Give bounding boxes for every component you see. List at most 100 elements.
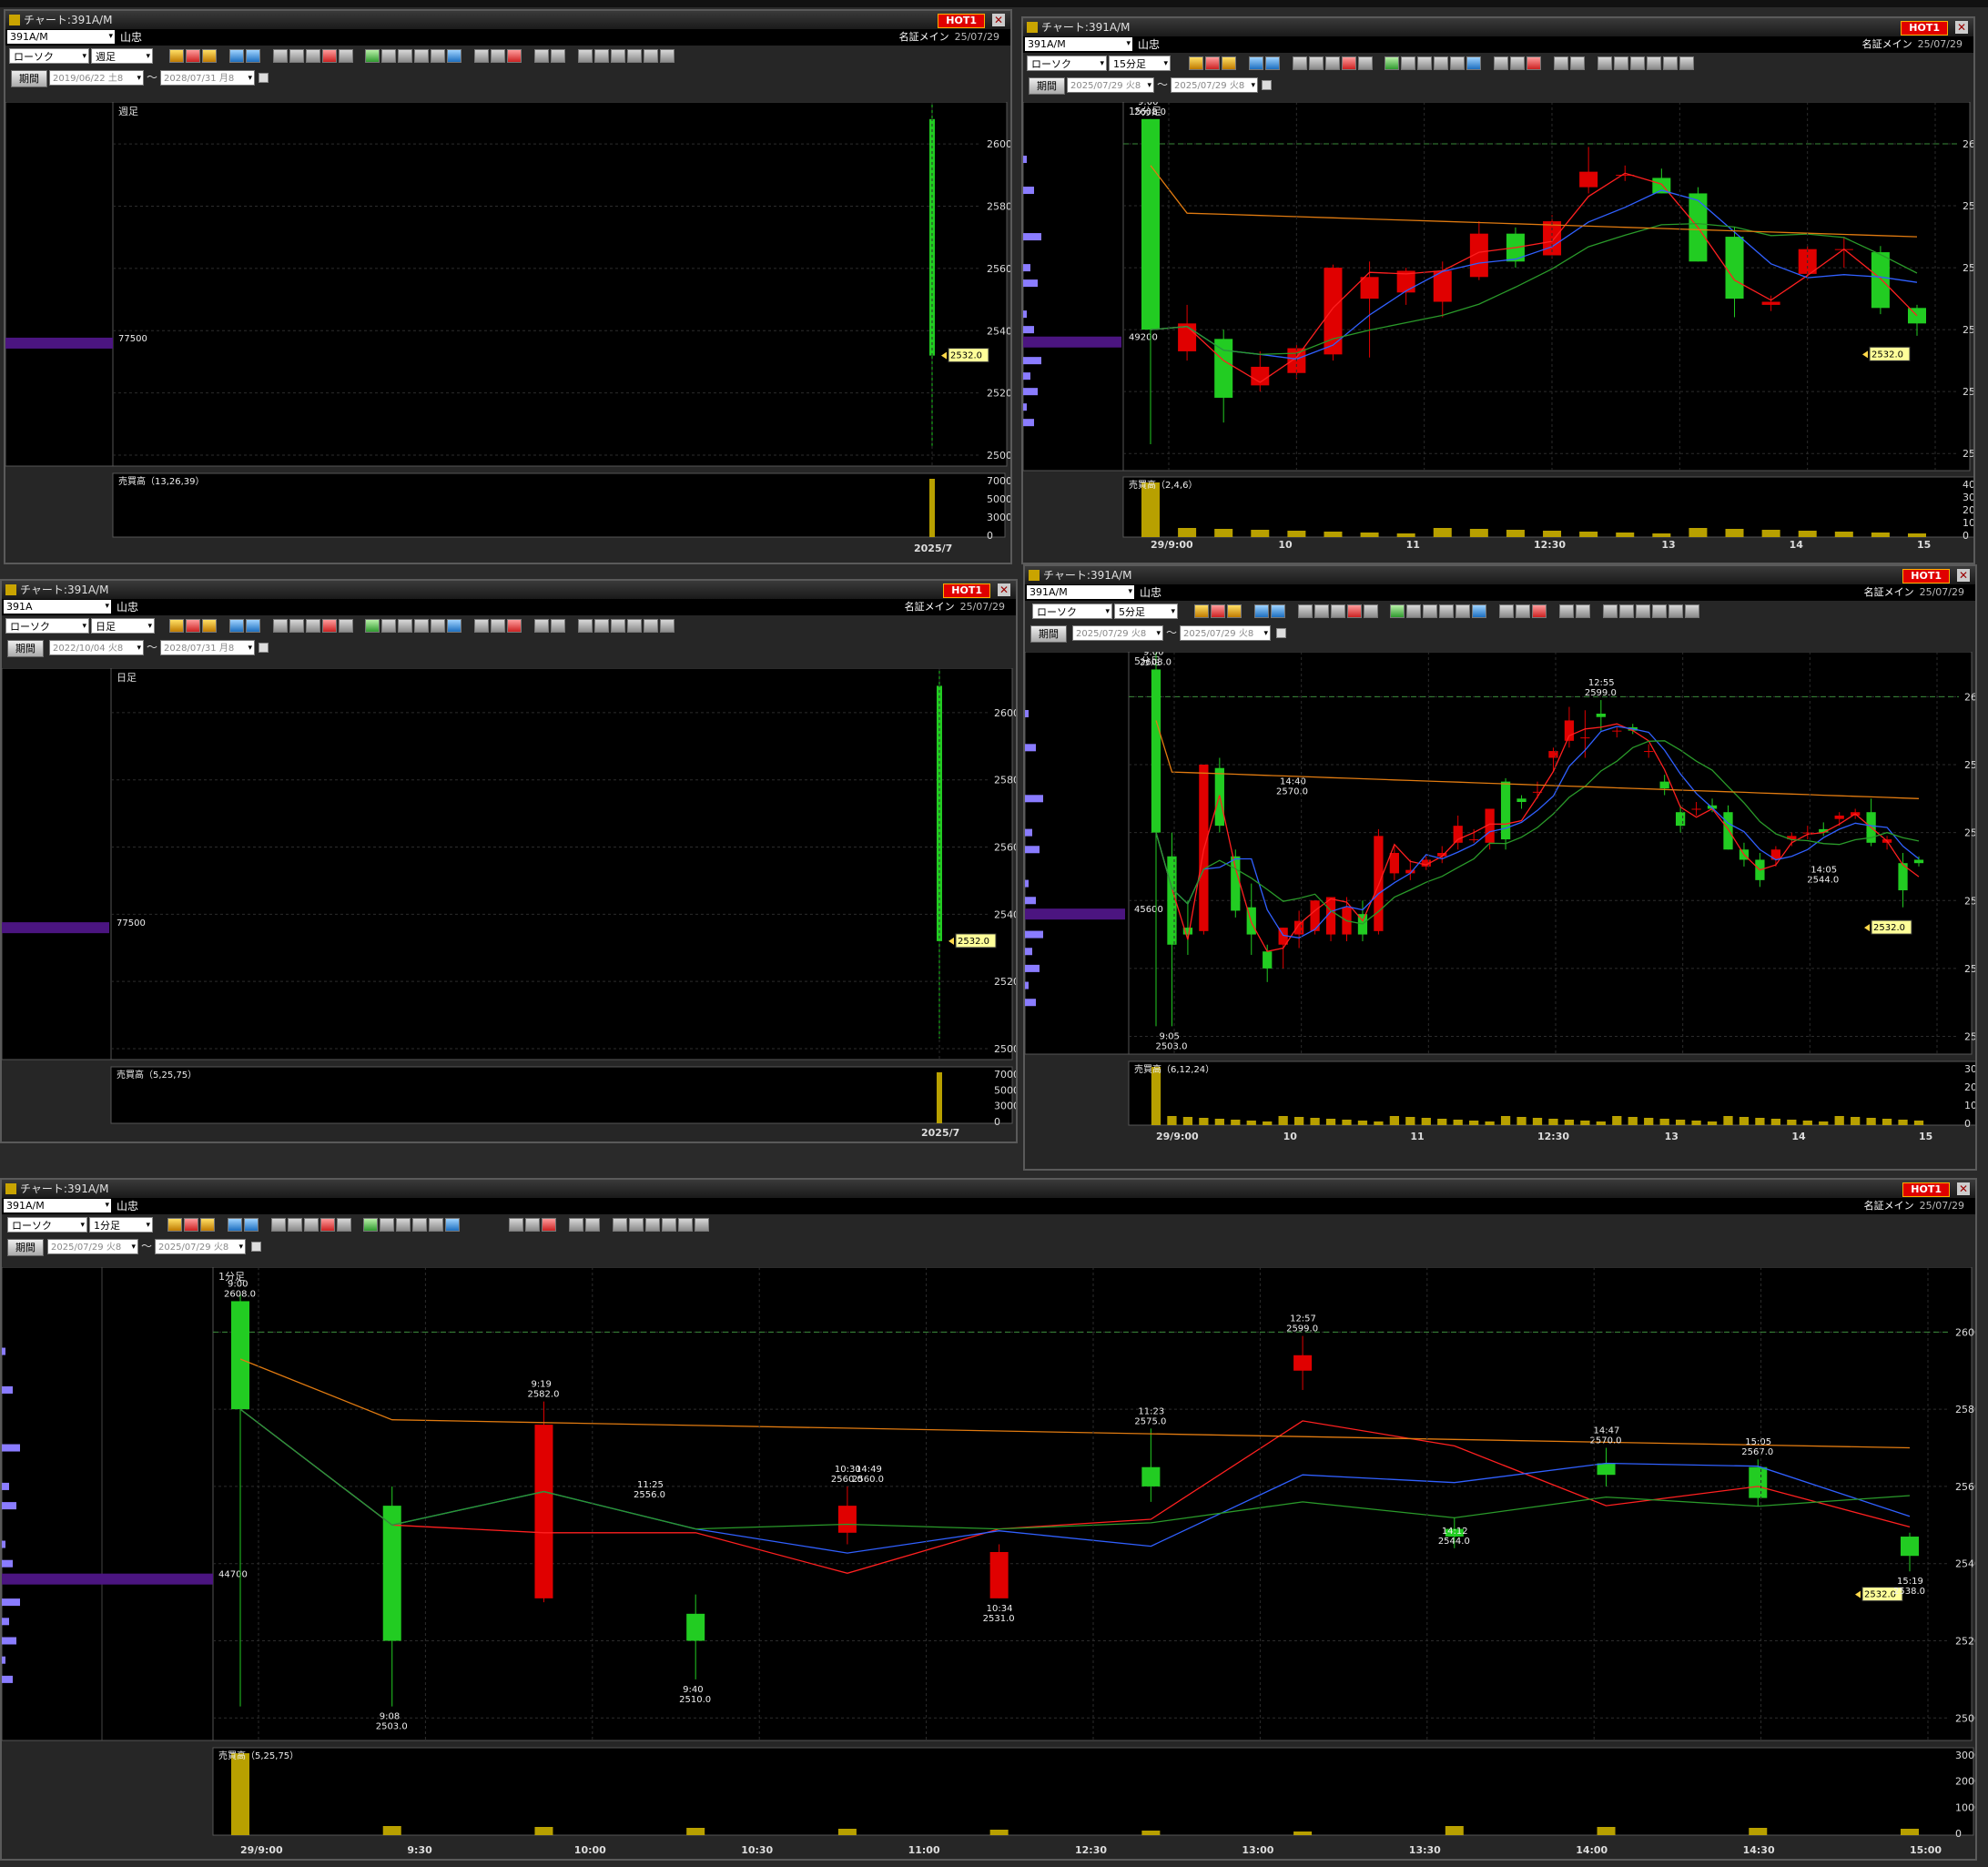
toolbar-button[interactable] — [577, 619, 593, 633]
toolbar-button[interactable] — [1559, 604, 1575, 618]
toolbar[interactable] — [1194, 604, 1701, 619]
toolbar-button[interactable] — [1222, 56, 1236, 70]
toolbar-button[interactable] — [569, 1218, 584, 1232]
toolbar-button[interactable] — [593, 49, 609, 63]
date-to[interactable]: 2025/07/29 火8 — [1180, 625, 1271, 642]
toolbar[interactable] — [167, 1218, 711, 1233]
toolbar-button[interactable] — [414, 49, 430, 63]
toolbar-button[interactable] — [534, 49, 550, 63]
toolbar-button[interactable] — [321, 49, 337, 63]
toolbar-button[interactable] — [320, 1218, 335, 1232]
toolbar-button[interactable] — [643, 49, 658, 63]
toolbar-button[interactable] — [303, 1218, 319, 1232]
toolbar-button[interactable] — [1189, 56, 1203, 70]
toolbar-button[interactable] — [243, 1218, 259, 1232]
toolbar-button[interactable] — [1406, 604, 1422, 618]
toolbar[interactable] — [169, 49, 676, 64]
date-from[interactable]: 2025/07/29 火8 — [47, 1239, 138, 1255]
toolbar-button[interactable] — [577, 49, 593, 63]
hot-badge[interactable]: HOT1 — [1902, 569, 1950, 583]
toolbar-button[interactable] — [1456, 604, 1471, 618]
toolbar-button[interactable] — [200, 1218, 215, 1232]
date-from[interactable]: 2019/06/22 土8 — [49, 70, 144, 86]
toolbar-button[interactable] — [287, 1218, 302, 1232]
toolbar-button[interactable] — [1341, 56, 1356, 70]
toolbar-button[interactable] — [1597, 56, 1612, 70]
timeframe-select[interactable]: 15分足 — [1109, 56, 1171, 72]
date-to[interactable]: 2028/07/31 月8 — [160, 640, 255, 656]
chart-window-5m[interactable]: チャート:391A/M HOT1 ✕ 391A/M 山忠 名証メイン25/07/… — [1023, 564, 1977, 1171]
toolbar-button[interactable] — [431, 619, 446, 633]
toolbar-button[interactable] — [1401, 56, 1416, 70]
toolbar-button[interactable] — [305, 619, 320, 633]
toolbar-button[interactable] — [1466, 56, 1482, 70]
toolbar-button[interactable] — [1651, 604, 1667, 618]
toolbar-button[interactable] — [1494, 56, 1509, 70]
toolbar-button[interactable] — [321, 619, 337, 633]
symbol-select[interactable]: 391A/M — [1027, 585, 1134, 599]
toolbar-button[interactable] — [363, 1218, 379, 1232]
symbol-select[interactable]: 391A/M — [1025, 37, 1132, 51]
timeframe-select[interactable]: 日足 — [91, 618, 155, 634]
toolbar-button[interactable] — [398, 619, 413, 633]
date-checkbox[interactable] — [259, 643, 269, 653]
date-checkbox[interactable] — [1262, 80, 1272, 90]
toolbar-button[interactable] — [644, 1218, 660, 1232]
toolbar-button[interactable] — [1635, 604, 1650, 618]
toolbar-button[interactable] — [1516, 604, 1531, 618]
toolbar-button[interactable] — [659, 49, 674, 63]
toolbar-button[interactable] — [1602, 604, 1618, 618]
toolbar-button[interactable] — [1264, 56, 1280, 70]
toolbar-button[interactable] — [474, 619, 490, 633]
toolbar-button[interactable] — [491, 49, 506, 63]
toolbar-button[interactable] — [1532, 604, 1547, 618]
date-to[interactable]: 2025/07/29 火8 — [1171, 77, 1258, 94]
toolbar-button[interactable] — [186, 49, 200, 63]
toolbar-button[interactable] — [447, 619, 462, 633]
zoom-icon[interactable] — [227, 1218, 242, 1232]
toolbar-button[interactable] — [1390, 604, 1405, 618]
toolbar-button[interactable] — [551, 49, 566, 63]
toolbar-button[interactable] — [336, 1218, 351, 1232]
period-button[interactable]: 期間 — [1030, 625, 1067, 643]
toolbar-button[interactable] — [643, 619, 658, 633]
symbol-select[interactable]: 391A/M — [7, 30, 115, 44]
toolbar-button[interactable] — [1363, 604, 1378, 618]
chart-canvas[interactable]: 2600258025602540252025005分足456002532.09:… — [1025, 652, 1975, 1169]
period-button[interactable]: 期間 — [7, 1239, 44, 1256]
chart-window-weekly[interactable]: チャート:391A/M HOT1 ✕ 391A/M 山忠 名証メイン25/07/… — [4, 9, 1012, 564]
toolbar-button[interactable] — [1629, 56, 1645, 70]
toolbar-button[interactable] — [1227, 604, 1242, 618]
toolbar-button[interactable] — [398, 49, 413, 63]
symbol-select[interactable]: 391A — [4, 600, 111, 614]
toolbar-button[interactable] — [610, 49, 625, 63]
date-from[interactable]: 2022/10/04 火8 — [49, 640, 144, 656]
date-from[interactable]: 2025/07/29 火8 — [1067, 77, 1154, 94]
toolbar-button[interactable] — [1510, 56, 1526, 70]
hot-badge[interactable]: HOT1 — [938, 14, 985, 28]
toolbar-button[interactable] — [169, 619, 184, 633]
toolbar-button[interactable] — [1297, 604, 1313, 618]
toolbar-button[interactable] — [1292, 56, 1307, 70]
toolbar-button[interactable] — [202, 619, 217, 633]
toolbar-button[interactable] — [507, 619, 522, 633]
hot-badge[interactable]: HOT1 — [943, 583, 990, 598]
toolbar-button[interactable] — [474, 49, 490, 63]
toolbar-button[interactable] — [542, 1218, 557, 1232]
toolbar-button[interactable] — [1205, 56, 1220, 70]
toolbar-button[interactable] — [677, 1218, 693, 1232]
toolbar-button[interactable] — [1450, 56, 1466, 70]
zoom-icon[interactable] — [228, 619, 244, 633]
date-checkbox[interactable] — [259, 73, 269, 83]
toolbar-button[interactable] — [338, 49, 353, 63]
hot-badge[interactable]: HOT1 — [1902, 1182, 1950, 1197]
chart-canvas[interactable]: 2600 2580 2560 2540 2520 2500 週足 77500 2532.0 売買高… — [5, 102, 1010, 563]
toolbar-button[interactable] — [628, 1218, 644, 1232]
timeframe-select[interactable]: 1分足 — [89, 1217, 153, 1233]
window-titlebar[interactable]: チャート:391A/M HOT1 ✕ — [1025, 566, 1975, 584]
toolbar-button[interactable] — [1618, 604, 1634, 618]
toolbar-button[interactable] — [1314, 604, 1329, 618]
close-icon[interactable]: ✕ — [998, 583, 1010, 596]
toolbar-button[interactable] — [365, 49, 380, 63]
toolbar-button[interactable] — [1646, 56, 1661, 70]
